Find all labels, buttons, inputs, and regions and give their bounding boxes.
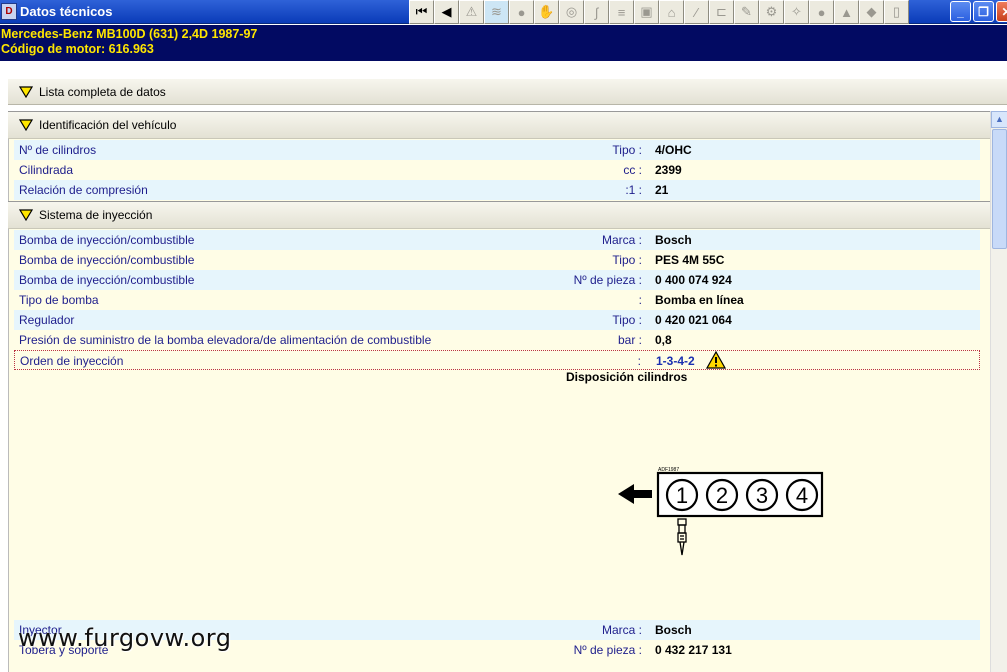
row-label: Nº de cilindros (19, 143, 97, 157)
row-value: 2399 (655, 163, 682, 177)
hand-icon[interactable]: ✋ (534, 0, 559, 24)
row-value: 1-3-4-2 (656, 354, 695, 368)
expand-triangle-icon (19, 209, 33, 221)
data-row[interactable]: Relación de compresión :1 : 21 (14, 180, 980, 200)
row-value: Bomba en línea (655, 293, 744, 307)
cylinder-layout-title: Disposición cilindros (566, 370, 688, 384)
oil-drop-icon[interactable]: ● (509, 0, 534, 24)
electric-icon[interactable]: ✧ (784, 0, 809, 24)
identification-label: Identificación del vehículo (39, 118, 177, 132)
bulb-icon[interactable]: ● (809, 0, 834, 24)
row-value: 21 (655, 183, 669, 197)
injection-header[interactable]: Sistema de inyección (8, 201, 990, 229)
row-unit: Nº de pieza : (573, 643, 642, 657)
toolbar: ⏮ ◀ ⚠ ≋ ● ✋ ◎ ∫ ≡ ▣ ⌂ ∕ ⊏ ✎ ⚙ ✧ ● ▲ ◆ ▯ (409, 0, 909, 24)
tech-data-icon[interactable]: ≋ (484, 0, 509, 24)
scroll-thumb[interactable] (992, 129, 1007, 249)
row-value: PES 4M 55C (655, 253, 725, 267)
row-unit: Nº de pieza : (573, 273, 642, 287)
row-label: Tipo de bomba (19, 293, 99, 307)
vertical-scrollbar[interactable]: ▲ (990, 111, 1007, 672)
first-icon[interactable]: ⏮ (409, 0, 434, 24)
row-label: Orden de inyección (20, 354, 124, 368)
seat-icon[interactable]: ▣ (634, 0, 659, 24)
restore-button[interactable]: ❐ (973, 1, 994, 22)
data-row[interactable]: Tipo de bomba: Bomba en línea (14, 290, 980, 310)
data-row[interactable]: Presión de suministro de la bomba elevad… (14, 330, 980, 350)
engine-icon[interactable]: ≡ (609, 0, 634, 24)
row-label: Regulador (19, 313, 75, 327)
lift-icon[interactable]: ⌂ (659, 0, 684, 24)
car-service-icon[interactable]: ◆ (859, 0, 884, 24)
row-unit: :1 : (625, 183, 642, 197)
row-label: Cilindrada (19, 163, 74, 177)
cylinder-diagram: ADF1987 1234 (618, 467, 824, 556)
cylinder-number: 1 (676, 483, 688, 508)
front-arrow-icon (618, 484, 652, 504)
row-value: 0 400 074 924 (655, 273, 732, 287)
gear-icon[interactable]: ⚙ (759, 0, 784, 24)
row-unit: Tipo : (612, 253, 642, 267)
row-value: 0 432 217 131 (655, 643, 732, 657)
close-button[interactable]: ✕ (996, 1, 1007, 22)
warning-icon[interactable] (706, 351, 726, 369)
cylinder-number: 3 (756, 483, 768, 508)
fuel-icon[interactable]: ▯ (884, 0, 909, 24)
identification-header[interactable]: Identificación del vehículo (8, 111, 990, 139)
vehicle-model: Mercedes-Benz MB100D (631) 2,4D 1987-97 (1, 27, 258, 41)
wrench-icon[interactable]: ✎ (734, 0, 759, 24)
data-row[interactable]: Bomba de inyección/combustible Marca : Bos… (14, 230, 980, 250)
row-unit: Marca : (601, 623, 642, 637)
cylinder-number: 2 (716, 483, 728, 508)
row-label: Relación de compresión (19, 183, 148, 197)
row-label: Bomba de inyección/combustible (19, 273, 195, 287)
expand-triangle-icon (19, 119, 33, 131)
car-icon[interactable]: ⊏ (709, 0, 734, 24)
expand-triangle-icon (19, 85, 33, 98)
data-row[interactable]: Bomba de inyección/combustible Nº de piez… (14, 270, 980, 290)
vehicle-header: Mercedes-Benz MB100D (631) 2,4D 1987-97 … (0, 25, 1007, 61)
brush-icon[interactable]: ∕ (684, 0, 709, 24)
row-label: Bomba de inyección/combustible (19, 233, 195, 247)
row-label: Presión de suministro de la bomba elevad… (19, 333, 432, 347)
app-icon: D (1, 3, 17, 20)
warning-icon[interactable]: ⚠ (459, 0, 484, 24)
data-row[interactable]: Regulador Tipo : 0 420 021 064 (14, 310, 980, 330)
belt-icon[interactable]: ∫ (584, 0, 609, 24)
data-row[interactable]: Cilindrada cc : 2399 (14, 160, 980, 180)
watermark: www.furgovw.org (18, 624, 232, 652)
complete-list-header[interactable]: Lista completa de datos (8, 78, 1007, 105)
window-controls: _ ❐ ✕ (950, 1, 1007, 22)
data-row[interactable]: Bomba de inyección/combustible Tipo : PES … (14, 250, 980, 270)
row-value: Bosch (655, 623, 692, 637)
wheel-icon[interactable]: ◎ (559, 0, 584, 24)
data-row[interactable]: Orden de inyección: 1-3-4-2 (14, 350, 980, 370)
row-value: 0,8 (655, 333, 672, 347)
prev-icon[interactable]: ◀ (434, 0, 459, 24)
row-value: 4/OHC (655, 143, 692, 157)
row-unit: : (638, 293, 642, 307)
row-value: Bosch (655, 233, 692, 247)
row-unit: Tipo : (612, 143, 642, 157)
injector-icon (677, 518, 687, 556)
cylinder-number: 4 (796, 483, 808, 508)
minimize-button[interactable]: _ (950, 1, 971, 22)
row-value: 0 420 021 064 (655, 313, 732, 327)
window-title: Datos técnicos (20, 4, 113, 19)
data-row[interactable]: Nº de cilindros Tipo : 4/OHC (14, 140, 980, 160)
row-label: Bomba de inyección/combustible (19, 253, 195, 267)
scroll-up-icon[interactable]: ▲ (991, 111, 1007, 128)
row-unit: bar : (617, 333, 642, 347)
row-unit: cc : (623, 163, 642, 177)
caution-icon[interactable]: ▲ (834, 0, 859, 24)
row-unit: Tipo : (612, 313, 642, 327)
complete-list-label: Lista completa de datos (39, 84, 166, 99)
engine-code: Código de motor: 616.963 (1, 42, 154, 56)
title-bar: D Datos técnicos ⏮ ◀ ⚠ ≋ ● ✋ ◎ ∫ ≡ ▣ ⌂ ∕ ⊏ ✎ ⚙ ✧ ● ▲ ◆ ▯ _ … (0, 0, 1007, 24)
injection-label: Sistema de inyección (39, 208, 153, 222)
row-unit: : (637, 354, 641, 368)
content-area: Lista completa de datos Identificación d… (0, 61, 1007, 672)
row-unit: Marca : (601, 233, 642, 247)
